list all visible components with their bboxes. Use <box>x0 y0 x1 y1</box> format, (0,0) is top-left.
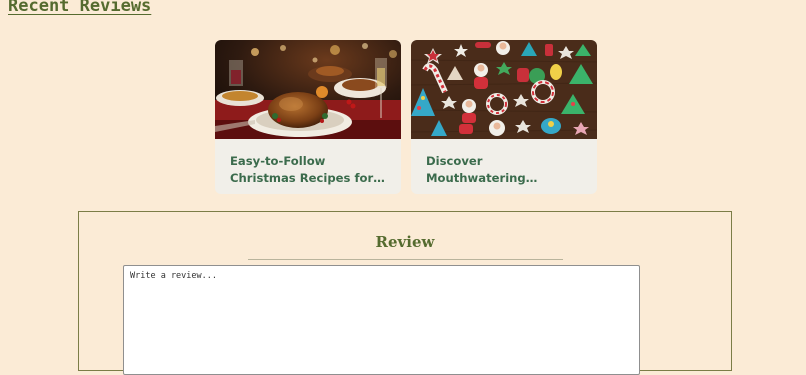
review-textarea[interactable] <box>123 265 640 375</box>
review-heading: Review <box>375 233 435 251</box>
card-title[interactable]: Discover Mouthwatering Christmas Treats … <box>426 153 584 187</box>
review-divider <box>248 259 563 260</box>
card-title[interactable]: Easy-to-Follow Christmas Recipes for a..… <box>230 153 388 187</box>
review-form: Review <box>78 211 732 375</box>
recent-reviews-title[interactable]: Recent Reviews <box>8 0 151 16</box>
review-card[interactable]: Discover Mouthwatering Christmas Treats … <box>411 40 597 194</box>
christmas-dinner-image <box>215 40 401 139</box>
review-card[interactable]: Easy-to-Follow Christmas Recipes for a..… <box>215 40 401 194</box>
christmas-cookies-image <box>411 40 597 139</box>
